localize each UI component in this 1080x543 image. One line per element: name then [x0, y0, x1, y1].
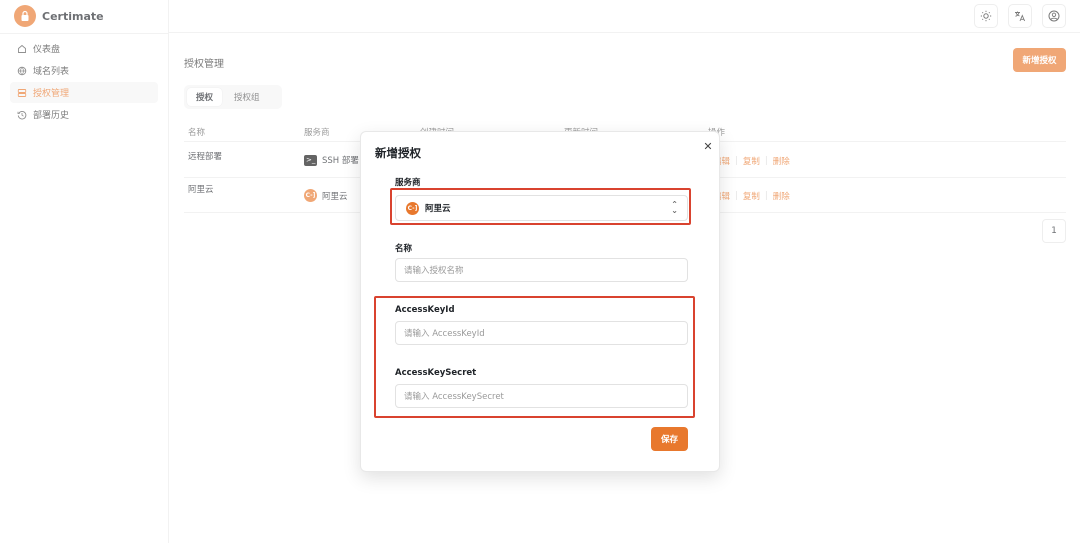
- access-key-id-label: AccessKeyId: [395, 305, 455, 315]
- add-access-dialog: 新增授权 ✕ 服务商 C-] 阿里云 ⌃ ⌄ 名称 请输入授权名称 AccessK…: [360, 131, 720, 472]
- dialog-title: 新增授权: [375, 146, 421, 160]
- access-key-id-input[interactable]: 请输入 AccessKeyId: [395, 321, 688, 345]
- provider-highlight-box: [390, 188, 691, 225]
- save-button[interactable]: 保存: [651, 427, 688, 451]
- access-key-secret-label: AccessKeySecret: [395, 368, 477, 378]
- name-label: 名称: [395, 244, 413, 254]
- access-key-secret-input[interactable]: 请输入 AccessKeySecret: [395, 384, 688, 408]
- name-input[interactable]: 请输入授权名称: [395, 258, 688, 282]
- provider-label: 服务商: [395, 178, 421, 188]
- close-icon[interactable]: ✕: [702, 140, 714, 153]
